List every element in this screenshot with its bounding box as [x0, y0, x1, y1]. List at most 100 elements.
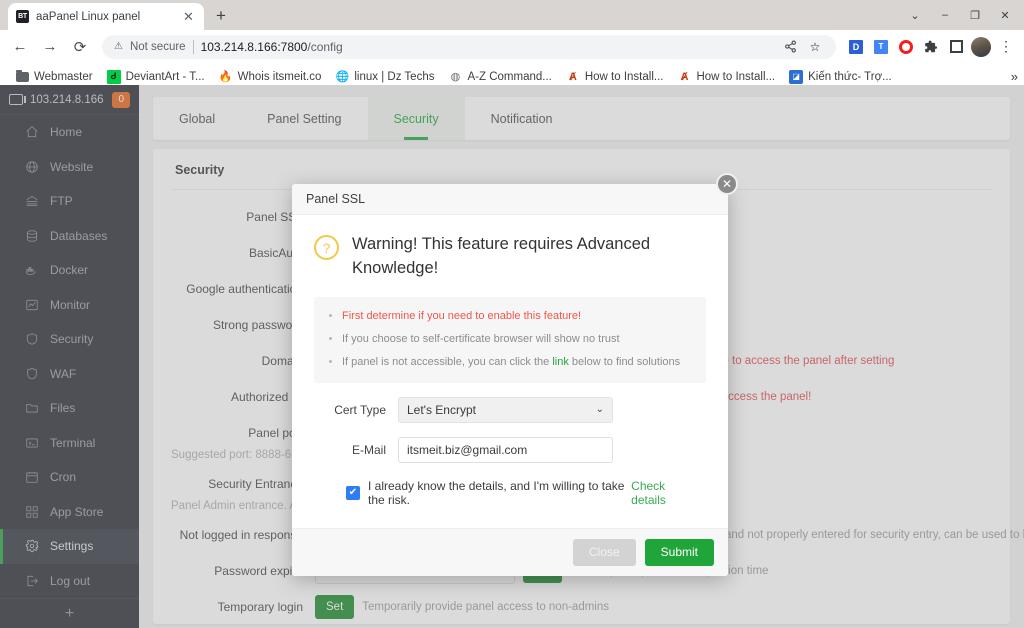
reload-button[interactable]: ⟳ [66, 33, 94, 61]
bookmark-label: Webmaster [34, 70, 93, 83]
bookmark-item[interactable]: Ⱥ How to Install... [559, 67, 671, 87]
apache-icon: Ⱥ [680, 70, 689, 83]
sidebar-item-terminal[interactable]: Terminal [0, 426, 139, 461]
extension-d-icon[interactable]: D [844, 35, 868, 59]
grid-icon [25, 505, 39, 519]
row-label: Google authentication [186, 282, 303, 296]
note-item: If you choose to self-certificate browse… [342, 332, 690, 348]
sidebar-item-label: WAF [50, 366, 77, 381]
sidebar-item-files[interactable]: Files [0, 391, 139, 426]
home-icon [25, 125, 39, 139]
chrome-menu-icon[interactable]: ⋮ [994, 35, 1018, 59]
sidebar-item-settings[interactable]: Settings [0, 529, 139, 564]
solutions-link[interactable]: link [552, 356, 569, 368]
browser-window: BT aaPanel Linux panel ✕ + ⌄ – ❐ ✕ ← → ⟳… [0, 0, 1024, 628]
sidebar-item-home[interactable]: Home [0, 115, 139, 150]
note-text-after: below to find solutions [568, 355, 681, 368]
tab-close-icon[interactable]: ✕ [181, 9, 196, 24]
address-bar[interactable]: ⚠ Not secure 103.214.8.166:7800/config ☆ [102, 34, 836, 59]
sidebar: 103.214.8.166 0 Home Website FTP Databas… [0, 85, 139, 628]
calendar-icon [25, 470, 39, 484]
bookmarks-overflow-button[interactable]: » [1011, 69, 1018, 84]
sidebar-add-button[interactable]: + [0, 598, 139, 628]
forward-button[interactable]: → [36, 33, 64, 61]
extension-translate-icon[interactable]: T [869, 35, 893, 59]
sidebar-item-databases[interactable]: Databases [0, 219, 139, 254]
share-icon[interactable] [781, 35, 799, 59]
sidebar-item-label: Security [50, 332, 94, 347]
sidebar-item-security[interactable]: Security [0, 322, 139, 357]
cancel-button[interactable]: Close [572, 538, 636, 566]
bookmark-item[interactable]: ◍ A-Z Command... [441, 67, 558, 87]
cert-type-select[interactable]: Let's Encrypt ⌄ [398, 396, 613, 423]
row-label: Authorized IP [230, 390, 303, 404]
bookmark-item[interactable]: Ꮷ DeviantArt - T... [100, 67, 212, 87]
extension-opera-icon[interactable] [894, 35, 918, 59]
dialog-body: ? Warning! This feature requires Advance… [292, 215, 728, 528]
url-path: /config [307, 39, 343, 54]
submit-button[interactable]: Submit [644, 538, 714, 566]
sidebar-item-log-out[interactable]: Log out [0, 564, 139, 599]
shield-icon [25, 332, 39, 346]
sidebar-header: 103.214.8.166 0 [0, 85, 139, 115]
sidebar-item-label: Docker [50, 263, 89, 278]
bookmark-label: A-Z Command... [467, 70, 552, 83]
sidebar-item-label: Log out [50, 573, 91, 588]
sidebar-item-docker[interactable]: Docker [0, 253, 139, 288]
sidebar-item-ftp[interactable]: FTP [0, 184, 139, 219]
bookmark-label: DeviantArt - T... [125, 70, 205, 83]
maximize-button[interactable]: ❐ [960, 1, 990, 29]
sidebar-item-website[interactable]: Website [0, 150, 139, 185]
risk-checkbox[interactable]: ✔ [346, 485, 360, 500]
sidebar-item-monitor[interactable]: Monitor [0, 288, 139, 323]
apache-icon: Ⱥ [568, 70, 577, 83]
tab-panel-setting[interactable]: Panel Setting [241, 97, 367, 140]
tab-security[interactable]: Security [367, 97, 465, 140]
bookmark-item[interactable]: ◪ Kiến thức- Trợ... [782, 67, 899, 87]
toolbar-extension-icons: D T ⋮ [844, 35, 1018, 59]
row-label: BasicAuth [248, 246, 303, 260]
dialog-title: Panel SSL [306, 192, 366, 206]
bookmark-label: Kiến thức- Trợ... [808, 70, 892, 83]
sidebar-item-cron[interactable]: Cron [0, 460, 139, 495]
minimize-button[interactable]: – [930, 1, 960, 29]
deviantart-icon: Ꮷ [106, 69, 121, 84]
bookmark-item[interactable]: 🔥 Whois itsmeit.co [212, 67, 329, 87]
sidebar-item-label: Home [50, 125, 83, 140]
flame-icon: 🔥 [218, 71, 233, 83]
temporary-login-set-button[interactable]: Set [315, 595, 355, 619]
globe-icon: 🌐 [335, 71, 350, 83]
row-hint: Temporarily provide panel access to non-… [362, 601, 609, 613]
close-icon[interactable]: ✕ [716, 173, 738, 195]
new-tab-button[interactable]: + [208, 3, 234, 29]
monitor-chart-icon [25, 298, 39, 312]
sidebar-item-label: Files [50, 401, 76, 416]
browser-tab[interactable]: BT aaPanel Linux panel ✕ [8, 3, 204, 30]
setting-row-temporary-login: Temporary login Set Temporarily provide p… [153, 590, 1010, 624]
cert-type-value: Let's Encrypt [407, 402, 476, 417]
tab-search-icon[interactable]: ⌄ [900, 1, 930, 29]
tab-notification[interactable]: Notification [465, 97, 579, 140]
back-button[interactable]: ← [6, 33, 34, 61]
sidebar-item-app-store[interactable]: App Store [0, 495, 139, 530]
row-label: Temporary login [217, 600, 303, 614]
sidebar-item-label: Website [50, 159, 94, 174]
bookmark-star-icon[interactable]: ☆ [806, 35, 824, 59]
sidebar-item-waf[interactable]: WAF [0, 357, 139, 392]
row-label: Panel port [248, 426, 303, 440]
url-host: 103.214.8.166:7800 [200, 39, 308, 54]
window-close-button[interactable]: ✕ [990, 1, 1020, 29]
sidebar-item-label: Terminal [50, 435, 96, 450]
email-field[interactable]: itsmeit.biz@gmail.com [398, 436, 613, 463]
bookmark-item[interactable]: Webmaster [8, 67, 100, 87]
extensions-puzzle-icon[interactable] [919, 35, 943, 59]
bookmark-item[interactable]: Ⱥ How to Install... [670, 67, 782, 87]
sidebar-item-label: Cron [50, 470, 77, 485]
profile-avatar[interactable] [969, 35, 993, 59]
dialog-header: Panel SSL [292, 184, 728, 215]
logout-icon [25, 574, 39, 588]
tab-global[interactable]: Global [153, 97, 241, 140]
check-details-link[interactable]: Check details [631, 479, 706, 507]
bookmark-item[interactable]: 🌐 linux | Dz Techs [328, 67, 441, 87]
reading-list-icon[interactable] [944, 35, 968, 59]
